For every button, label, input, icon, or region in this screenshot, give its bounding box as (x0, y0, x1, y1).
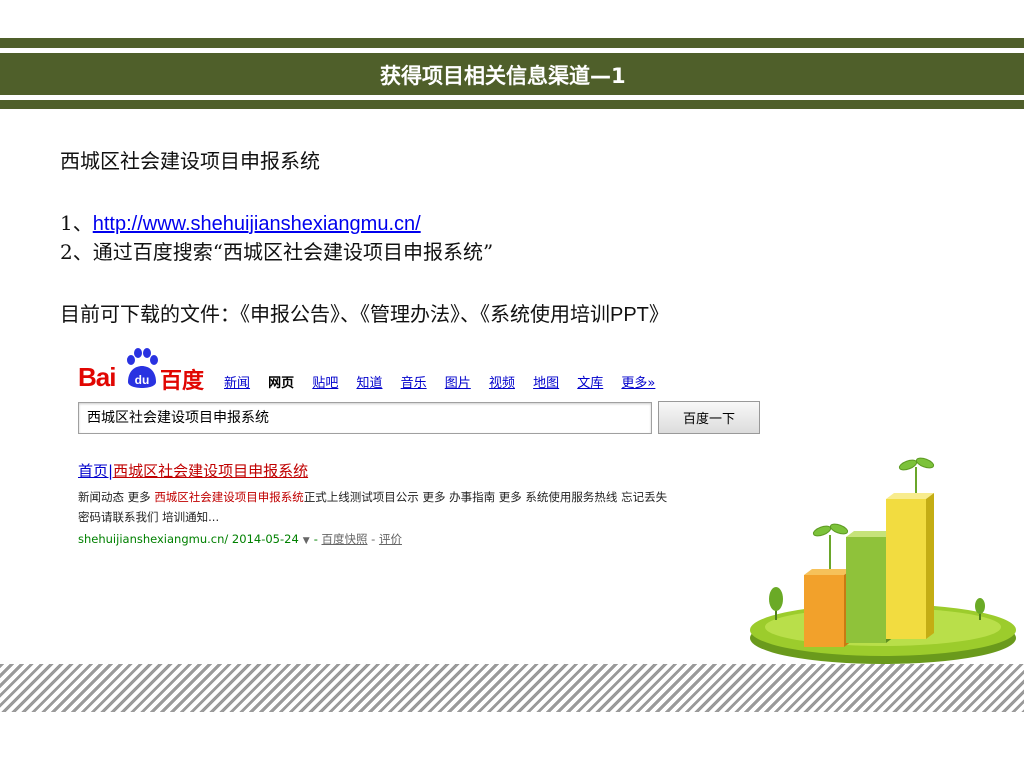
item-1: 1、http://www.shehuijianshexiangmu.cn/ (60, 207, 421, 236)
nav-zhidao[interactable]: 知道 (356, 376, 382, 391)
page-title: 获得项目相关信息渠道—1 (380, 64, 626, 88)
review-link[interactable]: 评价 (379, 532, 402, 546)
bar-orange (804, 569, 852, 647)
dropdown-arrow-icon[interactable]: ▼ (303, 536, 310, 546)
hatched-footer-band (0, 664, 1024, 712)
downloads-suffix: PPT》 (610, 304, 669, 326)
bar-yellow (886, 493, 934, 639)
header-stripe-bottom (0, 100, 1024, 109)
snapshot-link[interactable]: 百度快照 (322, 532, 368, 546)
system-url-link[interactable]: http://www.shehuijianshexiangmu.cn/ (93, 213, 421, 235)
result-title-highlight: 西城区社会建设项目申报系统 (113, 462, 309, 480)
baidu-paw-text: du (135, 373, 150, 387)
baidu-logo-text: Bai (78, 362, 116, 392)
result-sep-2: - (371, 532, 376, 546)
result-url: shehuijianshexiangmu.cn/ 2014-05-24 (78, 532, 299, 546)
baidu-paw-icon: du (127, 348, 158, 388)
header-bar: 获得项目相关信息渠道—1 (0, 53, 1024, 95)
result-description: 新闻动态 更多 西城区社会建设项目申报系统正式上线测试项目公示 更多 办事指南 … (78, 487, 678, 527)
search-box (78, 402, 652, 434)
result-desc-part1: 新闻动态 更多 (78, 490, 155, 504)
sprout-right-icon (898, 457, 935, 493)
nav-map[interactable]: 地图 (533, 376, 559, 391)
header-stripe-top (0, 38, 1024, 48)
nav-web[interactable]: 网页 (268, 376, 294, 391)
baidu-nav: 新闻 网页 贴吧 知道 音乐 图片 视频 地图 文库 更多» (224, 372, 669, 391)
downloads-text: 目前可下载的文件：《申报公告》、《管理办法》、《系统使用培训PPT》 (60, 298, 669, 327)
result-title-prefix: 首页| (78, 462, 114, 480)
result-sep-1: - (313, 532, 318, 546)
nav-images[interactable]: 图片 (445, 376, 471, 391)
nav-more[interactable]: 更多» (621, 376, 655, 391)
nav-wenku[interactable]: 文库 (577, 376, 603, 391)
result-url-line: shehuijianshexiangmu.cn/ 2014-05-24 ▼ - 百度… (78, 531, 402, 547)
search-button[interactable]: 百度一下 (658, 401, 760, 434)
result-desc-highlight: 西城区社会建设项目申报系统 (154, 490, 304, 504)
baidu-logo[interactable]: Bai du 百度 (78, 348, 208, 394)
growth-bars-illustration (750, 457, 1016, 664)
result-title-link[interactable]: 首页|西城区社会建设项目申报系统 (78, 460, 308, 481)
baidu-screenshot: Bai du 百度 新闻 网页 贴吧 知道 音乐 图片 视频 地图 文库 更多»… (78, 348, 768, 558)
search-input[interactable] (79, 403, 645, 431)
nav-news[interactable]: 新闻 (224, 376, 250, 391)
sprout-left-icon (812, 523, 849, 569)
nav-music[interactable]: 音乐 (401, 376, 427, 391)
downloads-prefix: 目前可下载的文件：《申报公告》、《管理办法》、《系统使用培训 (60, 302, 610, 326)
item-1-prefix: 1、 (60, 211, 93, 235)
nav-video[interactable]: 视频 (489, 376, 515, 391)
baidu-logo-cn: 百度 (160, 369, 205, 394)
nav-tieba[interactable]: 贴吧 (312, 376, 338, 391)
item-2-text: 2、通过百度搜索“西城区社会建设项目申报系统” (60, 240, 494, 264)
system-name-text: 西城区社会建设项目申报系统 (60, 149, 320, 173)
